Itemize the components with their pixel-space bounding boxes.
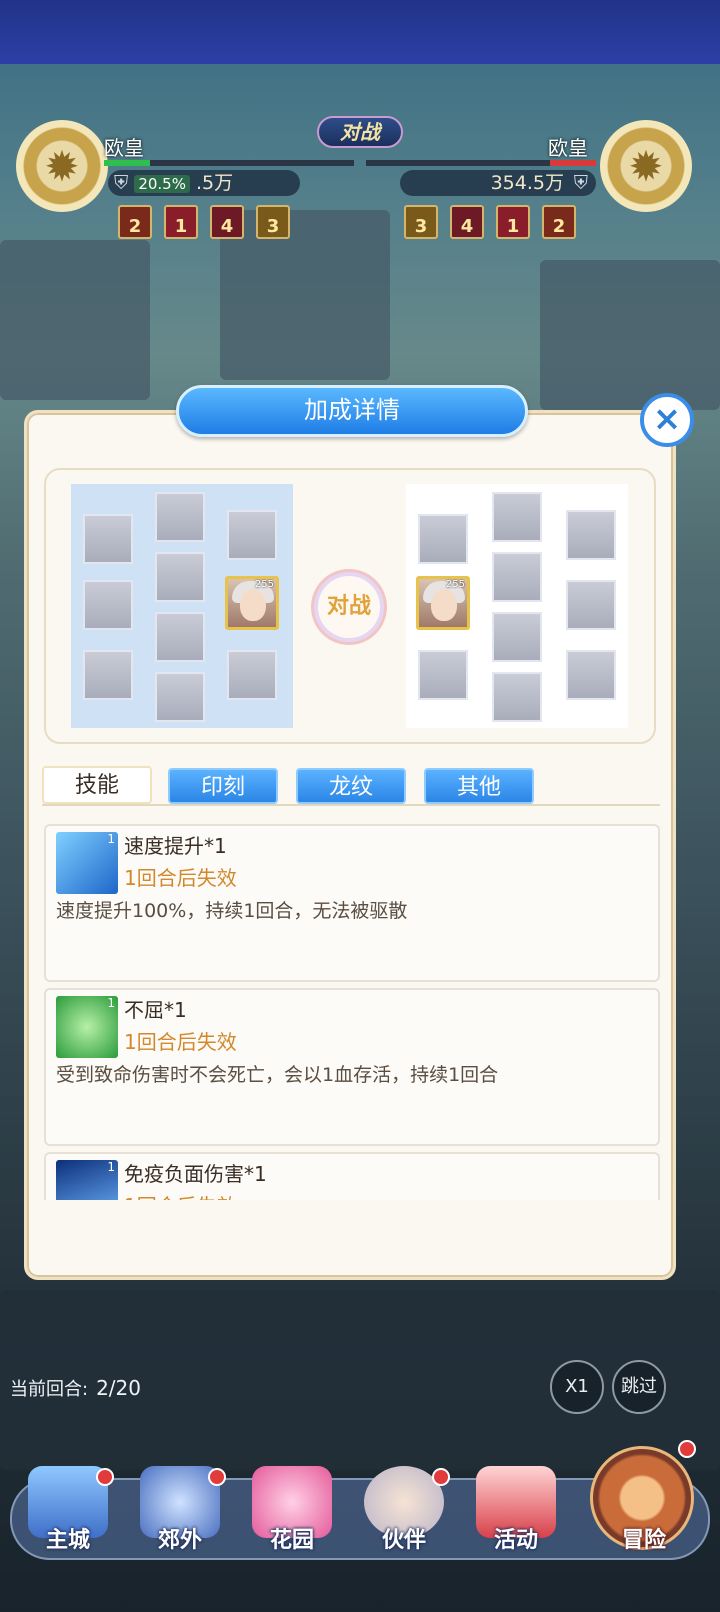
left-power-box: ⛨ 20.5% .5万 [108, 170, 300, 196]
hero-level: 255 [254, 579, 274, 590]
effect-name: 不屈*1 [124, 998, 187, 1022]
shield-icon: ⛨ [114, 172, 129, 194]
tab-skill[interactable]: 技能 [42, 766, 152, 804]
formation-slot[interactable] [227, 510, 277, 560]
formation-slot[interactable] [492, 612, 542, 662]
right-player-avatar[interactable]: ✹ [600, 120, 692, 212]
left-buff-1[interactable]: 2 [118, 205, 152, 239]
right-buff-3[interactable]: 1 [496, 205, 530, 239]
left-team-formation: 255 [71, 484, 293, 728]
right-power-box: 354.5万 ⛨ [400, 170, 596, 196]
effect-card: 1 不屈*1 1回合后失效 受到致命伤害时不会死亡，会以1血存活，持续1回合 [44, 988, 660, 1146]
right-buff-4[interactable]: 2 [542, 205, 576, 239]
nav-garden[interactable]: 花园 [238, 1460, 346, 1570]
formation-slot[interactable] [566, 650, 616, 700]
nav-activity[interactable]: 活动 [462, 1460, 570, 1570]
formation-slot[interactable] [418, 514, 468, 564]
nav-adventure[interactable]: 冒险 [588, 1440, 700, 1564]
left-buff-3[interactable]: 4 [210, 205, 244, 239]
formation-slot[interactable] [227, 650, 277, 700]
close-button[interactable]: × [640, 393, 694, 447]
notification-dot [432, 1468, 450, 1486]
nav-outskirts[interactable]: 郊外 [126, 1460, 234, 1570]
effect-description: 速度提升100%，持续1回合，无法被驱散 [56, 900, 408, 922]
left-player-name: 欧皇 [104, 136, 144, 160]
formation-slot[interactable] [83, 650, 133, 700]
notification-dot [678, 1440, 696, 1458]
tab-imprint[interactable]: 印刻 [168, 768, 278, 804]
effect-description: 受到致命伤害时不会死亡，会以1血存活，持续1回合 [56, 1064, 499, 1086]
tab-divider [42, 804, 660, 806]
formation-slot[interactable] [492, 672, 542, 722]
formation-slot[interactable] [492, 552, 542, 602]
round-value: 2/20 [96, 1376, 141, 1400]
formation-slot[interactable] [155, 672, 205, 722]
left-buff-2[interactable]: 1 [164, 205, 198, 239]
speed-button[interactable]: X1 [550, 1360, 604, 1414]
formation-slot[interactable] [155, 612, 205, 662]
vs-emblem: 对战 [314, 572, 384, 642]
effects-list[interactable]: 1 速度提升*1 1回合后失效 速度提升100%，持续1回合，无法被驱散 1 不… [42, 820, 662, 1200]
formation-slot[interactable] [83, 580, 133, 630]
notification-dot [208, 1468, 226, 1486]
immunity-icon: 1 [56, 1160, 118, 1200]
formation-slot[interactable] [492, 492, 542, 542]
speed-up-icon: 1 [56, 832, 118, 894]
effect-expiry: 1回合后失效 [124, 866, 237, 890]
right-buff-2[interactable]: 4 [450, 205, 484, 239]
formation-slot[interactable] [566, 510, 616, 560]
left-player-avatar[interactable]: ✹ [16, 120, 108, 212]
formation-slot[interactable] [155, 552, 205, 602]
formation-slot[interactable] [155, 492, 205, 542]
close-icon: × [652, 399, 682, 439]
formation-slot[interactable] [418, 650, 468, 700]
right-hp-bar [366, 160, 596, 166]
right-team-formation: 255 [406, 484, 628, 728]
left-buff-4[interactable]: 3 [256, 205, 290, 239]
right-player-name: 欧皇 [548, 136, 588, 160]
current-round: 当前回合: 2/20 [10, 1375, 141, 1401]
shield-icon: ⛨ [573, 172, 588, 194]
nav-partner[interactable]: 伙伴 [350, 1460, 458, 1570]
tab-other[interactable]: 其他 [424, 768, 534, 804]
right-buff-1[interactable]: 3 [404, 205, 438, 239]
tab-dragon-pattern[interactable]: 龙纹 [296, 768, 406, 804]
top-status-bar [0, 0, 720, 64]
skip-button[interactable]: 跳过 [612, 1360, 666, 1414]
battle-vs-badge: 对战 [317, 116, 403, 148]
formation-slot[interactable] [83, 514, 133, 564]
left-hp-bar [104, 160, 354, 166]
effect-card: 1 免疫负面伤害*1 1回合后失效 [44, 1152, 660, 1200]
effect-expiry: 1回合后失效 [124, 1190, 237, 1200]
right-power-value: 354.5万 [490, 172, 564, 194]
hero-portrait[interactable]: 255 [416, 576, 470, 630]
effect-expiry: 1回合后失效 [124, 1030, 237, 1054]
hero-level: 255 [445, 579, 465, 590]
effect-card: 1 速度提升*1 1回合后失效 速度提升100%，持续1回合，无法被驱散 [44, 824, 660, 982]
hero-portrait[interactable]: 255 [225, 576, 279, 630]
left-power-value: .5万 [196, 172, 234, 194]
round-label: 当前回合: [10, 1379, 89, 1400]
effect-name: 免疫负面伤害*1 [124, 1162, 267, 1186]
effect-name: 速度提升*1 [124, 834, 227, 858]
modal-title: 加成详情 [176, 385, 528, 437]
notification-dot [96, 1468, 114, 1486]
nav-main-city[interactable]: 主城 [14, 1460, 122, 1570]
heal-heart-icon: 1 [56, 996, 118, 1058]
power-percent-badge: 20.5% [134, 175, 190, 193]
formation-slot[interactable] [566, 580, 616, 630]
